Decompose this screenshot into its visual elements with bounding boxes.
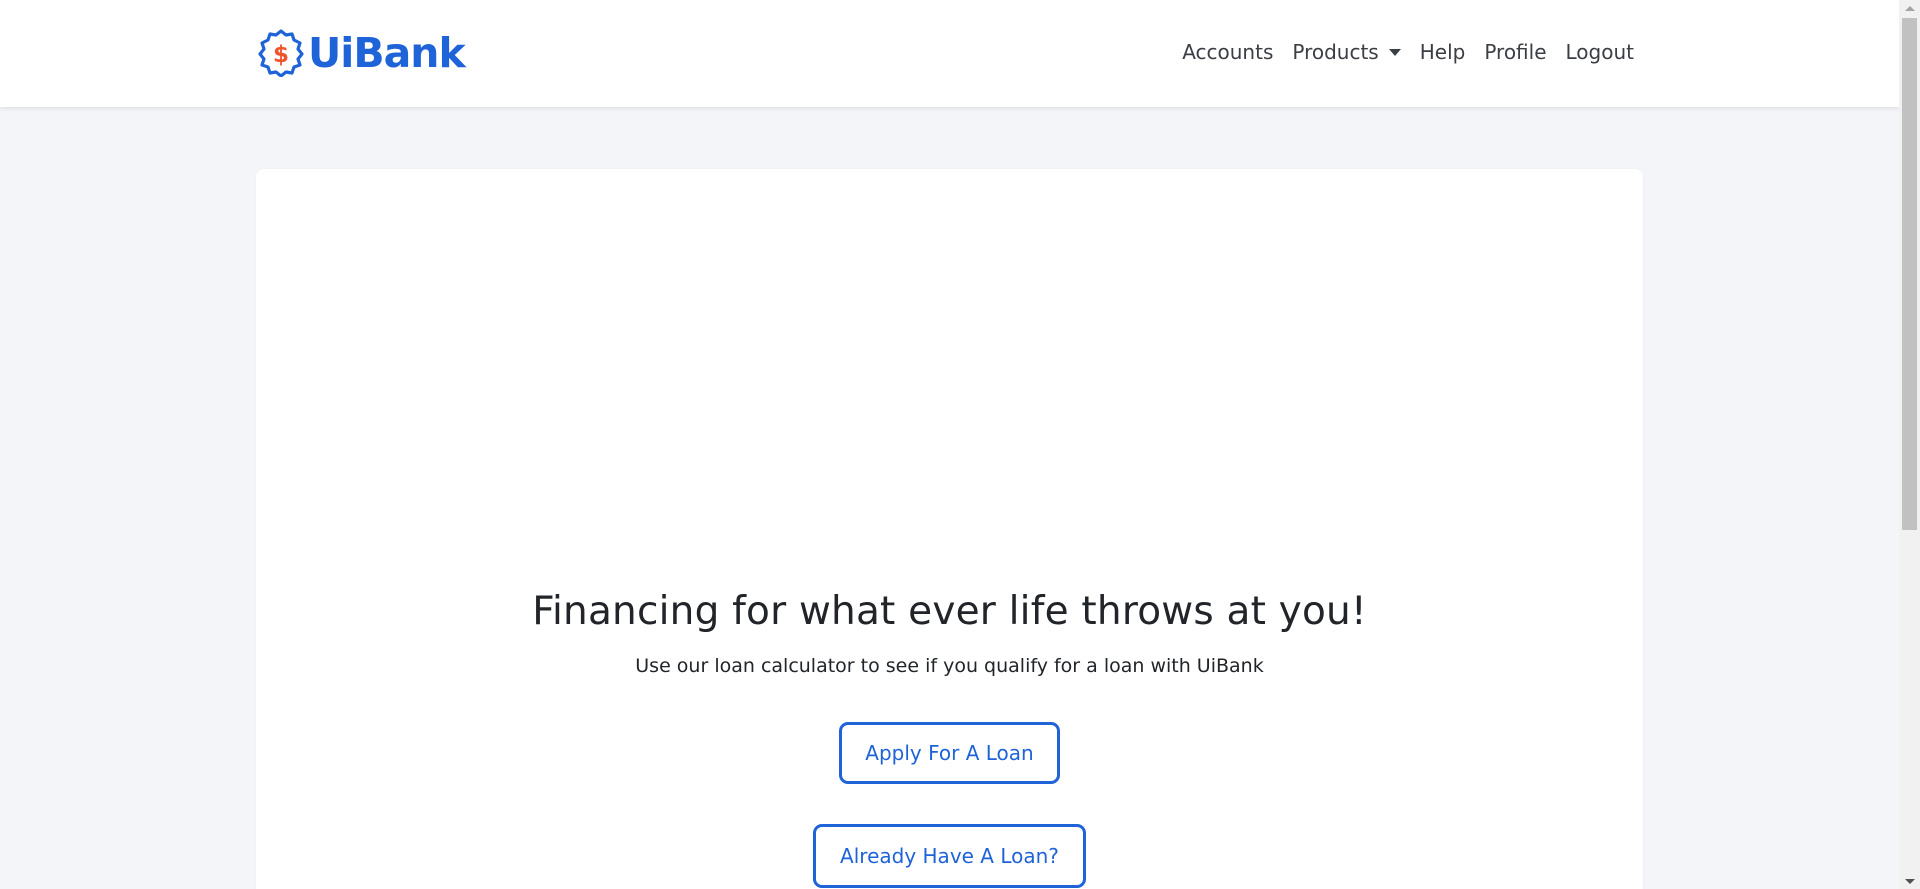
page-title: Financing for what ever life throws at y… bbox=[532, 589, 1367, 634]
already-have-loan-button[interactable]: Already Have A Loan? bbox=[813, 824, 1086, 888]
apply-for-loan-button[interactable]: Apply For A Loan bbox=[839, 722, 1060, 784]
scrollbar-thumb[interactable] bbox=[1902, 18, 1917, 530]
nav-profile[interactable]: Profile bbox=[1484, 40, 1546, 64]
top-navbar: $ UiBank Accounts Products Help Profile … bbox=[0, 0, 1899, 107]
nav-products-dropdown[interactable]: Products bbox=[1292, 40, 1401, 64]
dollar-badge-icon: $ bbox=[258, 29, 304, 77]
scroll-down-arrow-icon[interactable] bbox=[1899, 873, 1920, 889]
nav-help[interactable]: Help bbox=[1420, 40, 1466, 64]
vertical-scrollbar[interactable] bbox=[1899, 0, 1920, 889]
nav-logout[interactable]: Logout bbox=[1566, 40, 1634, 64]
main-nav: Accounts Products Help Profile Logout bbox=[1163, 40, 1634, 64]
brand-logo[interactable]: $ UiBank bbox=[258, 28, 466, 78]
brand-name: UiBank bbox=[308, 29, 466, 77]
scroll-up-arrow-icon[interactable] bbox=[1899, 0, 1920, 16]
loan-hero-card: Financing for what ever life throws at y… bbox=[256, 169, 1643, 889]
caret-down-icon bbox=[1388, 48, 1401, 56]
nav-products-label: Products bbox=[1292, 40, 1379, 64]
nav-accounts[interactable]: Accounts bbox=[1182, 40, 1273, 64]
svg-text:$: $ bbox=[273, 42, 289, 68]
page-subtitle: Use our loan calculator to see if you qu… bbox=[635, 655, 1264, 677]
